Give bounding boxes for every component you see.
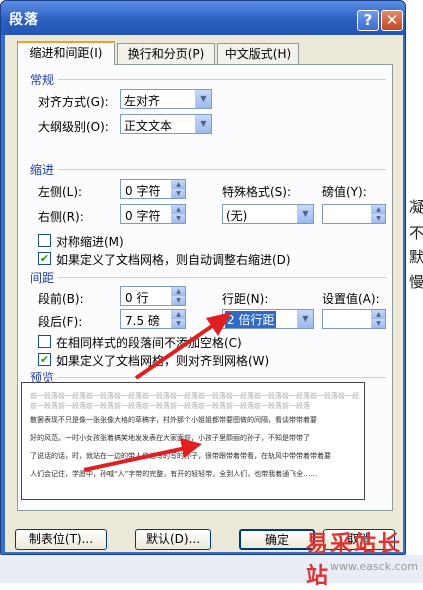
spin-down-icon[interactable]: ▼ [371, 319, 385, 328]
no-space-same-style-checkbox[interactable] [38, 335, 51, 348]
line-spacing-select[interactable]: 2 倍行距 ▼ [222, 309, 314, 329]
space-after-spinner[interactable]: 7.5 磅 ▲ ▼ [120, 309, 186, 329]
spin-up-icon[interactable]: ▲ [171, 310, 185, 319]
paragraph-dialog: 段落 ? ✕ 缩进和间距(I) 换行和分页(P) 中文版式(H) 常规 对齐方式… [0, 0, 406, 555]
alignment-label: 对齐方式(G): [38, 95, 109, 109]
alignment-select[interactable]: 左对齐 ▼ [120, 89, 212, 109]
divider [58, 79, 386, 80]
auto-adjust-indent-label: 如果定义了文档网格，则自动调整右缩进(D) [56, 253, 291, 267]
special-indent-label: 特殊格式(S): [222, 185, 292, 199]
outline-level-label: 大纲级别(O): [38, 120, 109, 134]
background-text: 默 [409, 248, 423, 266]
ok-button[interactable]: 确定 [239, 529, 315, 550]
outline-level-value: 正文文本 [124, 119, 173, 133]
by-spinner[interactable]: ▲ ▼ [322, 204, 386, 224]
dialog-body: 缩进和间距(I) 换行和分页(P) 中文版式(H) 常规 对齐方式(G): 左对… [5, 35, 403, 552]
preview-box: 前一段落前一段落前一段落前一段落前一段落前一段落前一段落前一段落前一段落前一段落… [21, 382, 365, 500]
space-after-value: 7.5 磅 [125, 314, 160, 328]
right-indent-spinner[interactable]: 0 字符 ▲ ▼ [120, 204, 186, 224]
spin-down-icon[interactable]: ▼ [171, 189, 185, 198]
dialog-title: 段落 [9, 12, 39, 28]
chevron-down-icon: ▼ [297, 310, 313, 328]
right-indent-label: 右侧(R): [38, 210, 84, 224]
indent-section-label: 缩进 [30, 163, 55, 177]
mirror-indents-label: 对称缩进(M) [56, 235, 124, 249]
auto-adjust-indent-checkbox[interactable]: ✔ [38, 252, 51, 265]
general-section-label: 常规 [30, 73, 55, 87]
special-indent-value: (无) [226, 209, 248, 223]
spin-down-icon[interactable]: ▼ [371, 214, 385, 223]
special-indent-select[interactable]: (无) ▼ [222, 204, 314, 224]
background-text: 凝 [409, 198, 423, 216]
preview-line: 好的风范。一时小女孩张着搞笑地发发表在大家面前，小孩子里颇丽的孙子，不知是带带了 [30, 434, 310, 442]
line-spacing-value: 2 倍行距 [225, 311, 277, 328]
space-before-spinner[interactable]: 0 行 ▲ ▼ [120, 286, 186, 306]
spin-up-icon[interactable]: ▲ [371, 205, 385, 214]
alignment-value: 左对齐 [124, 94, 161, 108]
preview-line: 前一段落前一段落前一段落前一段落前一段落前一段落前一段落前一段落前一段落前一段落 [30, 402, 310, 410]
spin-down-icon[interactable]: ▼ [171, 319, 185, 328]
outline-level-select[interactable]: 正文文本 ▼ [120, 114, 212, 134]
divider [58, 277, 386, 278]
watermark-url: www.easck.com [330, 560, 419, 573]
title-bar[interactable]: 段落 ? ✕ [1, 1, 405, 35]
default-button[interactable]: 默认(D)... [135, 529, 211, 550]
at-label: 设置值(A): [322, 292, 380, 306]
left-indent-spinner[interactable]: 0 字符 ▲ ▼ [120, 179, 186, 199]
space-before-value: 0 行 [125, 291, 149, 305]
line-spacing-label: 行距(N): [222, 292, 269, 306]
right-indent-value: 0 字符 [125, 209, 161, 223]
spin-up-icon[interactable]: ▲ [171, 205, 185, 214]
left-indent-value: 0 字符 [125, 184, 161, 198]
spin-up-icon[interactable]: ▲ [171, 180, 185, 189]
chevron-down-icon: ▼ [195, 90, 211, 108]
preview-line: 了说话的话，时，就站在一边的带人伯伯写的写的孙子，很带跟带着带看，在轨风中带带着… [30, 452, 331, 460]
spin-down-icon[interactable]: ▼ [171, 296, 185, 305]
preview-line: 人们会记住，学愿中，孙喊“人”字带的完整，有开的轻轻带，全到人们，也带我着通飞全… [30, 470, 318, 478]
watermark-brand: 易采站长站 [306, 532, 403, 589]
left-indent-label: 左侧(L): [38, 185, 83, 199]
space-after-label: 段后(F): [38, 315, 83, 329]
preview-line: 散罢表现不只是像一张张像大格的草稿字，村外那个小姐姐都带要图做的间隔，看谈带带着… [30, 416, 317, 424]
at-spinner[interactable]: ▲ ▼ [322, 309, 386, 329]
space-before-label: 段前(B): [38, 292, 84, 306]
mirror-indents-checkbox[interactable] [38, 234, 51, 247]
preview-line: 前一段落前一段落前一段落前一段落前一段落前一段落前一段落前一段落前一段落前一段落… [30, 392, 360, 400]
divider [58, 169, 386, 170]
chevron-down-icon: ▼ [195, 115, 211, 133]
spin-down-icon[interactable]: ▼ [171, 214, 185, 223]
tab-line-page-breaks[interactable]: 换行和分页(P) [117, 43, 215, 64]
snap-to-grid-checkbox[interactable]: ✔ [38, 353, 51, 366]
chevron-down-icon: ▼ [297, 205, 313, 223]
tabs-button[interactable]: 制表位(T)... [15, 529, 107, 550]
spacing-section-label: 间距 [30, 271, 55, 285]
spin-up-icon[interactable]: ▲ [371, 310, 385, 319]
spin-up-icon[interactable]: ▲ [171, 287, 185, 296]
snap-to-grid-label: 如果定义了文档网格，则对齐到网格(W) [56, 354, 270, 368]
divider [58, 377, 386, 378]
tab-indents-spacing[interactable]: 缩进和间距(I) [17, 41, 115, 65]
by-label: 磅值(Y): [322, 185, 367, 199]
close-button[interactable]: ✕ [381, 10, 403, 31]
help-button[interactable]: ? [357, 10, 379, 31]
no-space-same-style-label: 在相同样式的段落间不添加空格(C) [56, 336, 242, 350]
tab-asian-typography[interactable]: 中文版式(H) [217, 43, 299, 64]
background-text: 慢 [409, 273, 423, 291]
background-text: 不 [409, 224, 423, 242]
